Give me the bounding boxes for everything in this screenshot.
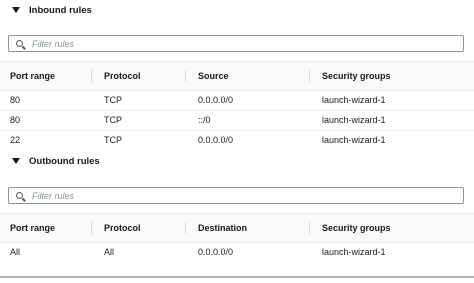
header-destination[interactable]: Destination <box>198 214 247 242</box>
cell-protocol: TCP <box>104 135 122 145</box>
cell-source: ::/0 <box>198 115 211 125</box>
outbound-rules-header[interactable]: Outbound rules <box>0 151 100 171</box>
column-divider <box>309 70 310 82</box>
header-protocol[interactable]: Protocol <box>104 62 141 90</box>
table-row[interactable]: 22 TCP 0.0.0.0/0 launch-wizard-1 <box>0 131 474 150</box>
inbound-rules-table: Port range Protocol Source Security grou… <box>0 61 474 150</box>
inbound-rules-header[interactable]: Inbound rules <box>0 0 92 20</box>
header-protocol[interactable]: Protocol <box>104 214 141 242</box>
column-divider <box>185 70 186 82</box>
cell-source: 0.0.0.0/0 <box>198 135 234 145</box>
header-port-range[interactable]: Port range <box>10 62 55 90</box>
bottom-divider <box>0 276 474 278</box>
caret-down-icon[interactable] <box>12 158 20 164</box>
outbound-filter-field[interactable] <box>8 187 464 204</box>
header-source[interactable]: Source <box>198 62 229 90</box>
search-icon <box>16 192 23 199</box>
table-row[interactable]: 80 TCP 0.0.0.0/0 launch-wizard-1 <box>0 91 474 111</box>
outbound-filter-input[interactable] <box>32 190 432 201</box>
cell-security-group: launch-wizard-1 <box>322 95 386 105</box>
cell-protocol: TCP <box>104 115 122 125</box>
cell-protocol: TCP <box>104 95 122 105</box>
column-divider <box>185 222 186 234</box>
outbound-rules-title: Outbound rules <box>29 155 100 167</box>
inbound-filter-field[interactable] <box>8 35 464 52</box>
header-port-range[interactable]: Port range <box>10 214 55 242</box>
caret-down-icon[interactable] <box>12 7 20 13</box>
cell-security-group: launch-wizard-1 <box>322 135 386 145</box>
inbound-filter-input[interactable] <box>32 38 432 49</box>
cell-protocol: All <box>104 247 115 257</box>
outbound-rules-table: Port range Protocol Destination Security… <box>0 213 474 262</box>
header-security-groups[interactable]: Security groups <box>322 62 391 90</box>
inbound-rules-title: Inbound rules <box>29 4 92 16</box>
column-divider <box>91 70 92 82</box>
cell-security-group: launch-wizard-1 <box>322 247 386 257</box>
header-security-groups[interactable]: Security groups <box>322 214 391 242</box>
table-header: Port range Protocol Source Security grou… <box>0 61 474 91</box>
cell-port-range: 22 <box>10 135 21 145</box>
cell-port-range: 80 <box>10 115 21 125</box>
cell-port-range: All <box>10 247 21 257</box>
cell-destination: 0.0.0.0/0 <box>198 247 234 257</box>
cell-source: 0.0.0.0/0 <box>198 95 234 105</box>
table-row[interactable]: All All 0.0.0.0/0 launch-wizard-1 <box>0 243 474 262</box>
table-header: Port range Protocol Destination Security… <box>0 213 474 243</box>
column-divider <box>91 222 92 234</box>
search-icon <box>16 40 23 47</box>
table-row[interactable]: 80 TCP ::/0 launch-wizard-1 <box>0 111 474 131</box>
cell-security-group: launch-wizard-1 <box>322 115 386 125</box>
column-divider <box>309 222 310 234</box>
cell-port-range: 80 <box>10 95 21 105</box>
